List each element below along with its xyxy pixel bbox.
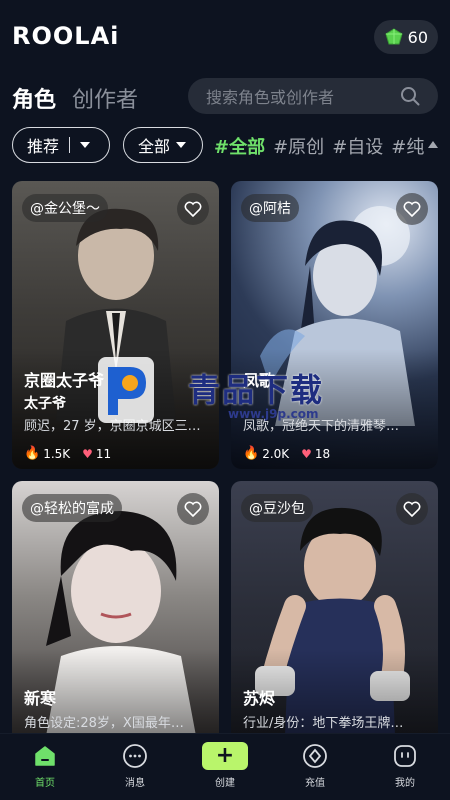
diamond-icon [301, 742, 329, 770]
creator-tag[interactable]: @阿桔 [241, 194, 299, 222]
search-input[interactable]: 搜索角色或创作者 [188, 78, 438, 114]
sort-dropdown[interactable]: 推荐 [12, 127, 110, 163]
heart-outline-icon [403, 501, 421, 517]
character-name: 苏烬 [243, 689, 276, 708]
like-count: 11 [95, 446, 112, 461]
logo-text: ROOLAi [12, 22, 120, 50]
favorite-button[interactable] [177, 493, 209, 525]
nav-label: 创建 [215, 778, 235, 789]
tag-self-set[interactable]: #自设 [332, 133, 383, 159]
top-bar: ROOLAi 60 [0, 0, 450, 72]
sort-label: 推荐 [27, 137, 60, 156]
tag-list: #全部 #原创 #自设 #纯 [214, 133, 424, 159]
search-icon[interactable] [400, 86, 420, 106]
nav-label: 首页 [35, 778, 55, 789]
heart-outline-icon [184, 501, 202, 517]
heart-outline-icon [184, 201, 202, 217]
tag-all[interactable]: #全部 [214, 133, 265, 159]
gender-label: 全部 [138, 137, 171, 156]
divider [69, 137, 71, 153]
favorite-button[interactable] [396, 493, 428, 525]
chevron-down-icon [80, 142, 91, 148]
chevron-down-icon [176, 142, 187, 148]
heart-outline-icon [403, 201, 421, 217]
character-card[interactable]: @豆沙包 苏烬 行业/身份：地下拳场王牌… [231, 481, 438, 769]
fire-icon: 🔥 [24, 446, 41, 461]
heart-icon: ♥ [301, 446, 312, 461]
gender-dropdown[interactable]: 全部 [123, 127, 203, 163]
gem-icon [385, 28, 403, 45]
filter-row: 推荐 全部 #全部 #原创 #自设 #纯 [0, 127, 450, 163]
hot-count: 1.5K [43, 446, 71, 461]
search-placeholder: 搜索角色或创作者 [206, 88, 335, 107]
character-desc: 行业/身份：地下拳场王牌… [243, 716, 404, 731]
favorite-button[interactable] [396, 193, 428, 225]
bottom-nav: 首页 消息 + 创建 充值 我的 [0, 733, 450, 800]
character-name: 新寒 [24, 689, 57, 708]
tab-characters[interactable]: 角色 [12, 82, 56, 114]
tag-original[interactable]: #原创 [273, 133, 324, 159]
favorite-button[interactable] [177, 193, 209, 225]
watermark-logo-icon [98, 357, 154, 423]
tag-pure[interactable]: #纯 [391, 133, 424, 159]
nav-messages[interactable]: 消息 [90, 734, 180, 800]
like-count: 18 [314, 446, 331, 461]
tabs-row: 角色 创作者 搜索角色或创作者 [0, 78, 450, 118]
creator-tag[interactable]: @豆沙包 [241, 494, 313, 522]
watermark: 青品下载 www.j9p.com [96, 355, 356, 435]
creator-tag[interactable]: @金公堡～ [22, 194, 108, 222]
nav-recharge[interactable]: 充值 [270, 734, 360, 800]
nav-profile[interactable]: 我的 [360, 734, 450, 800]
creator-tag[interactable]: @轻松的富成 [22, 494, 122, 522]
tab-creators[interactable]: 创作者 [72, 82, 138, 114]
nav-home[interactable]: 首页 [0, 734, 90, 800]
coin-balance[interactable]: 60 [373, 20, 438, 54]
plus-icon: + [202, 742, 248, 770]
nav-label: 我的 [395, 778, 415, 789]
watermark-url: www.j9p.com [228, 407, 319, 421]
fire-icon: 🔥 [243, 446, 260, 461]
character-desc: 角色设定:28岁，X国最年… [24, 716, 184, 731]
home-icon [31, 742, 59, 770]
nav-label: 消息 [125, 778, 145, 789]
coin-count: 60 [407, 27, 428, 47]
message-icon [121, 742, 149, 770]
app-logo: ROOLAi [12, 22, 119, 50]
character-name: 京圈太子爷 [24, 371, 105, 390]
nav-label: 充值 [305, 778, 325, 789]
character-subtitle: 太子爷 [24, 396, 66, 412]
nav-create[interactable]: + 创建 [180, 734, 270, 800]
profile-icon [391, 742, 419, 770]
hot-count: 2.0K [262, 446, 290, 461]
chevron-up-icon[interactable] [428, 141, 438, 148]
card-stats: 🔥 2.0K ♥ 18 [243, 446, 342, 461]
card-stats: 🔥 1.5K ♥ 11 [24, 446, 123, 461]
character-card[interactable]: @轻松的富成 新寒 角色设定:28岁，X国最年… [12, 481, 219, 769]
heart-icon: ♥ [82, 446, 93, 461]
watermark-text: 青品下载 [188, 371, 325, 409]
